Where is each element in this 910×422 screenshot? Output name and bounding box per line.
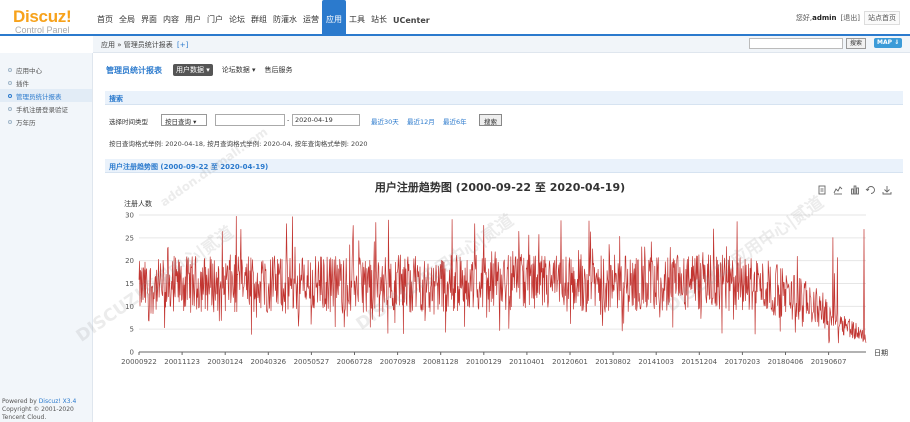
sidebar-item-label: 应用中心 <box>16 66 42 75</box>
powered-by: Powered by Discuz! X3.4 <box>2 398 76 406</box>
nav-item-1[interactable]: 全局 <box>116 0 138 34</box>
sidebar-item-0[interactable]: 应用中心 <box>0 63 92 76</box>
page-title: 管理员统计报表 <box>106 65 162 75</box>
nav-item-2[interactable]: 界面 <box>138 0 160 34</box>
breadcrumb-text: 应用 » 管理员统计报表 <box>101 41 173 49</box>
start-date-input[interactable] <box>215 114 285 126</box>
site-home-button[interactable]: 站点首页 <box>864 11 900 25</box>
nav-item-6[interactable]: 论坛 <box>226 0 248 34</box>
last-12-months-link[interactable]: 最近12月 <box>407 116 435 126</box>
username: admin <box>812 14 837 22</box>
copyright: Copyright © 2001-2020 <box>2 406 74 413</box>
nav-item-10[interactable]: 应用 <box>322 0 346 34</box>
date-separator: - <box>287 116 290 124</box>
sidebar-item-1[interactable]: 插件 <box>0 76 92 89</box>
sidebar-item-4[interactable]: 万年历 <box>0 115 92 128</box>
discuz-logo[interactable]: Discuz! Control Panel <box>13 8 81 35</box>
nav-item-13[interactable]: UCenter <box>390 0 433 34</box>
nav-item-5[interactable]: 门户 <box>204 0 226 34</box>
page-header: 管理员统计报表 用户数据 ▾ 论坛数据 ▾ 售后服务 <box>106 64 302 76</box>
time-type-label: 选择时间类型 <box>109 118 148 126</box>
nav-item-4[interactable]: 用户 <box>182 0 204 34</box>
time-type-select[interactable]: 按日查询 ▾ <box>161 114 207 126</box>
nav-item-3[interactable]: 内容 <box>160 0 182 34</box>
bullet-icon <box>8 80 12 85</box>
user-info: 您好, admin [退出] 站点首页 <box>796 11 900 25</box>
nav-item-11[interactable]: 工具 <box>346 0 368 34</box>
nav-item-7[interactable]: 群组 <box>248 0 270 34</box>
bullet-icon <box>8 93 12 98</box>
logo-name: Discuz! <box>13 7 72 26</box>
powered-by-link[interactable]: Discuz! X3.4 <box>39 398 77 405</box>
top-nav: 首页 全局 界面 内容 用户 门户 论坛 群组 防灌水 运营 应用 工具 站长 UCenter <box>94 0 433 34</box>
sidebar-item-label: 插件 <box>16 79 29 88</box>
top-header: Discuz! Control Panel 首页 全局 界面 内容 用户 门户 论坛 群组 防灌… <box>0 0 910 35</box>
tab-user-data[interactable]: 用户数据 ▾ <box>173 64 213 76</box>
nav-item-12[interactable]: 站长 <box>368 0 390 34</box>
sidebar-item-2[interactable]: 管理员统计报表 <box>0 89 92 102</box>
bullet-icon <box>8 106 12 111</box>
admin-search-input[interactable] <box>749 38 843 49</box>
powered-by-prefix: Powered by <box>2 398 39 405</box>
end-date-input[interactable]: 2020-04-19 <box>292 114 360 126</box>
filter-row: 选择时间类型 按日查询 ▾ - 2020-04-19 最近30天 最近12月 最… <box>109 114 899 126</box>
sidebar: 应用中心插件管理员统计报表 手机注册登录验证 万年历 Powered by Disc… <box>0 53 93 422</box>
add-shortcut-link[interactable]: [+] <box>177 41 188 49</box>
breadcrumb-bar: 应用 » 管理员统计报表 [+] 搜索 MAP ⇓ <box>93 36 910 53</box>
nav-item-8[interactable]: 防灌水 <box>270 0 300 34</box>
copyright-owner: Tencent Cloud. <box>2 414 47 421</box>
sidebar-item-3[interactable]: 手机注册登录验证 <box>0 102 92 115</box>
sidebar-item-label: 手机注册登录验证 <box>16 105 68 114</box>
sidebar-footer: Powered by Discuz! X3.4 Copyright © 2001… <box>2 398 76 422</box>
search-section-title: 搜索 <box>109 95 123 103</box>
search-section-header: 搜索 <box>105 91 903 105</box>
bullet-icon <box>8 119 12 124</box>
sidebar-menu: 应用中心插件管理员统计报表 手机注册登录验证 万年历 <box>0 63 92 128</box>
map-button[interactable]: MAP ⇓ <box>874 38 903 48</box>
greeting: 您好, <box>795 14 813 22</box>
nav-item-9[interactable]: 运营 <box>300 0 322 34</box>
last-6-years-link[interactable]: 最近6年 <box>443 116 467 126</box>
tab-forum-data[interactable]: 论坛数据 ▾ <box>222 65 256 75</box>
search-submit-button[interactable]: 搜索 <box>479 114 502 126</box>
bullet-icon <box>8 67 12 72</box>
tab-after-sales[interactable]: 售后服务 <box>265 65 293 75</box>
sidebar-item-label: 万年历 <box>16 118 36 127</box>
nav-item-0[interactable]: 首页 <box>94 0 116 34</box>
admin-panel: Discuz! Control Panel 首页 全局 界面 内容 用户 门户 论坛 群组 防灌… <box>0 0 910 422</box>
last-30-days-link[interactable]: 最近30天 <box>371 116 399 126</box>
trend-section-title: 用户注册趋势图 (2000-09-22 至 2020-04-19) <box>109 163 269 171</box>
sidebar-item-label: 管理员统计报表 <box>16 92 62 101</box>
breadcrumb: 应用 » 管理员统计报表 [+] <box>101 40 188 50</box>
logout-link[interactable]: [退出] <box>841 13 860 23</box>
admin-search-button[interactable]: 搜索 <box>846 38 867 49</box>
